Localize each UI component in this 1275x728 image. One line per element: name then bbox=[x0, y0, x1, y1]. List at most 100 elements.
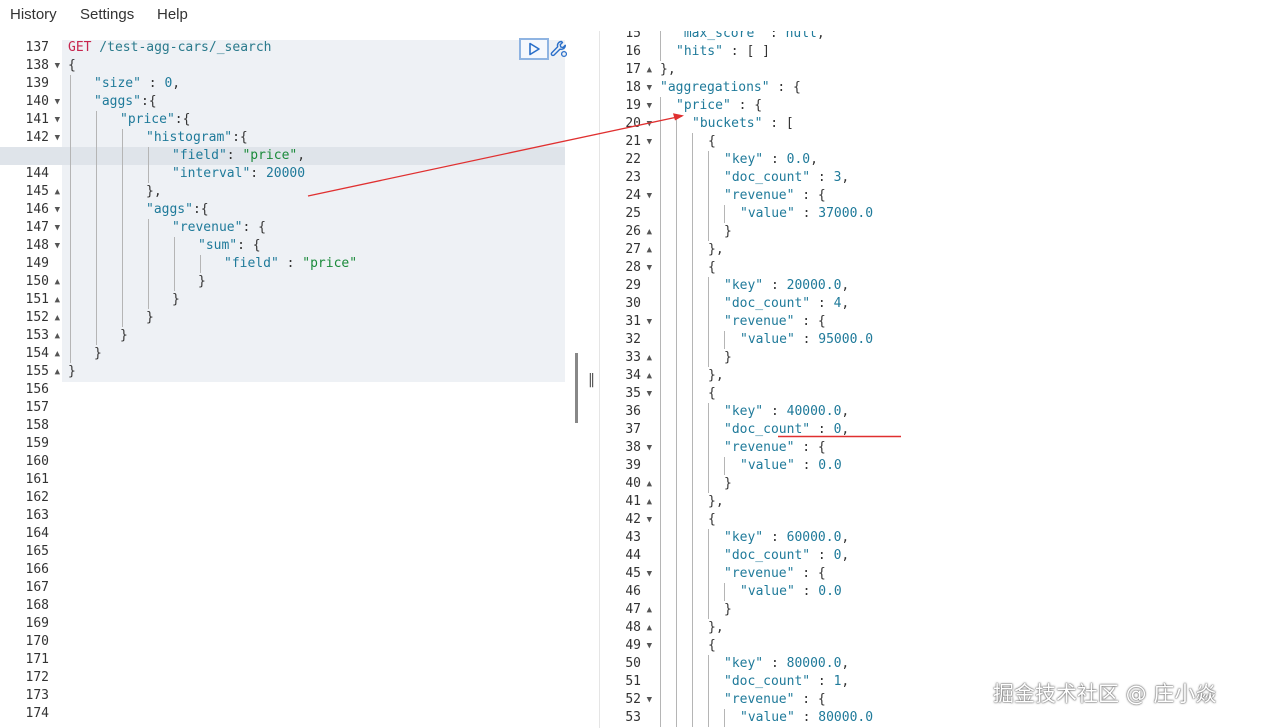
fold-toggle-icon[interactable]: ▼ bbox=[647, 511, 652, 529]
code-token: : bbox=[763, 278, 787, 293]
fold-toggle-icon[interactable]: ▼ bbox=[647, 439, 652, 457]
fold-toggle-icon[interactable]: ▼ bbox=[55, 237, 60, 255]
indent-guide bbox=[70, 111, 71, 129]
fold-toggle-icon[interactable]: ▼ bbox=[647, 115, 652, 133]
code-token: "size" bbox=[94, 76, 141, 91]
fold-toggle-icon[interactable]: ▼ bbox=[647, 133, 652, 151]
fold-toggle-icon[interactable]: ▲ bbox=[647, 619, 652, 637]
indent-guide bbox=[122, 309, 123, 327]
indent-guide bbox=[692, 421, 693, 439]
fold-toggle-icon[interactable]: ▲ bbox=[647, 475, 652, 493]
fold-toggle-icon[interactable]: ▼ bbox=[647, 637, 652, 655]
indent-guide bbox=[692, 331, 693, 349]
indent-guide bbox=[70, 309, 71, 327]
code-line: } bbox=[724, 475, 732, 493]
code-token: , bbox=[172, 76, 181, 91]
indent-guide bbox=[676, 691, 677, 709]
code-token: { bbox=[708, 386, 716, 401]
fold-toggle-icon[interactable]: ▼ bbox=[647, 97, 652, 115]
code-token: : bbox=[810, 170, 834, 185]
indent-guide bbox=[692, 709, 693, 727]
fold-toggle-icon[interactable]: ▲ bbox=[55, 291, 60, 309]
run-request-button[interactable] bbox=[519, 38, 549, 60]
fold-toggle-icon[interactable]: ▼ bbox=[647, 385, 652, 403]
fold-toggle-icon[interactable]: ▼ bbox=[647, 691, 652, 709]
fold-toggle-icon[interactable]: ▼ bbox=[55, 129, 60, 147]
fold-toggle-icon[interactable]: ▲ bbox=[647, 493, 652, 511]
menu-help[interactable]: Help bbox=[157, 6, 188, 23]
request-editor[interactable]: 137138▼139140▼141▼142▼143144145▲146▼147▼… bbox=[0, 31, 583, 728]
line-number: 20 bbox=[625, 116, 641, 131]
indent-guide bbox=[692, 259, 693, 277]
code-line: { bbox=[68, 57, 76, 75]
indent-guide bbox=[692, 403, 693, 421]
code-line: "aggs":{ bbox=[146, 201, 209, 219]
indent-guide bbox=[708, 547, 709, 565]
indent-guide bbox=[676, 349, 677, 367]
fold-toggle-icon[interactable]: ▲ bbox=[647, 223, 652, 241]
pane-splitter-handle[interactable]: ‖ bbox=[588, 372, 595, 388]
fold-toggle-icon[interactable]: ▼ bbox=[647, 313, 652, 331]
fold-toggle-icon[interactable]: ▲ bbox=[647, 367, 652, 385]
code-token: }, bbox=[146, 184, 162, 199]
line-number: 39 bbox=[625, 458, 641, 473]
indent-guide bbox=[96, 201, 97, 219]
fold-toggle-icon[interactable]: ▼ bbox=[55, 111, 60, 129]
fold-toggle-icon[interactable]: ▼ bbox=[647, 565, 652, 583]
indent-guide bbox=[122, 219, 123, 237]
fold-toggle-icon[interactable]: ▲ bbox=[55, 273, 60, 291]
gutter-row: 167 bbox=[0, 579, 62, 597]
line-number: 48 bbox=[625, 620, 641, 635]
indent-guide bbox=[148, 255, 149, 273]
fold-toggle-icon[interactable]: ▲ bbox=[647, 61, 652, 79]
indent-guide bbox=[96, 291, 97, 309]
wrench-icon[interactable] bbox=[549, 39, 569, 59]
gutter-row: 168 bbox=[0, 597, 62, 615]
indent-guide bbox=[692, 205, 693, 223]
gutter-row: 27 ▲ bbox=[600, 241, 654, 259]
menu-history[interactable]: History bbox=[10, 6, 57, 23]
fold-toggle-icon[interactable]: ▼ bbox=[647, 187, 652, 205]
indent-guide bbox=[708, 709, 709, 727]
code-token: { bbox=[708, 134, 716, 149]
fold-toggle-icon[interactable]: ▲ bbox=[55, 345, 60, 363]
fold-toggle-icon[interactable]: ▼ bbox=[647, 259, 652, 277]
menu-settings[interactable]: Settings bbox=[80, 6, 134, 23]
gutter-row: 140 ▼ bbox=[0, 93, 62, 111]
fold-toggle-icon[interactable]: ▲ bbox=[55, 309, 60, 327]
code-token: }, bbox=[708, 368, 724, 383]
code-token: "max_score" bbox=[676, 31, 763, 41]
code-line: "revenue" : { bbox=[724, 691, 826, 709]
code-token: }, bbox=[708, 242, 724, 257]
fold-toggle-icon[interactable]: ▲ bbox=[647, 349, 652, 367]
fold-toggle-icon[interactable]: ▲ bbox=[647, 601, 652, 619]
fold-toggle-icon[interactable]: ▲ bbox=[55, 363, 60, 381]
indent-guide bbox=[660, 709, 661, 727]
fold-toggle-icon[interactable]: ▲ bbox=[55, 327, 60, 345]
fold-toggle-icon[interactable]: ▼ bbox=[55, 219, 60, 237]
response-viewer: 15 16 17 ▲ 18 ▼ 19 ▼ 20 ▼ 21 ▼ 22 23 24 ▼ 25 26 ▲ 27 ▲ 28 ▼ 29 3… bbox=[600, 31, 1275, 728]
indent-guide bbox=[660, 511, 661, 529]
fold-toggle-icon[interactable]: ▼ bbox=[647, 79, 652, 97]
fold-toggle-icon[interactable]: ▼ bbox=[55, 93, 60, 111]
line-number: 35 bbox=[625, 386, 641, 401]
fold-toggle-icon[interactable]: ▲ bbox=[647, 241, 652, 259]
code-token: }, bbox=[708, 494, 724, 509]
indent-guide bbox=[692, 385, 693, 403]
indent-guide bbox=[708, 655, 709, 673]
fold-toggle-icon[interactable]: ▼ bbox=[55, 57, 60, 75]
fold-toggle-icon[interactable]: ▲ bbox=[55, 183, 60, 201]
gutter-row: 37 bbox=[600, 421, 654, 439]
indent-guide bbox=[122, 165, 123, 183]
indent-guide bbox=[660, 673, 661, 691]
gutter-row: 158 bbox=[0, 417, 62, 435]
indent-guide bbox=[660, 547, 661, 565]
gutter-row: 174 bbox=[0, 705, 62, 723]
line-number: 46 bbox=[625, 584, 641, 599]
indent-guide bbox=[692, 277, 693, 295]
code-token: "doc_count" bbox=[724, 674, 811, 689]
gutter-row: 172 bbox=[0, 669, 62, 687]
indent-guide bbox=[676, 619, 677, 637]
scrollbar-thumb[interactable] bbox=[575, 353, 578, 423]
fold-toggle-icon[interactable]: ▼ bbox=[55, 201, 60, 219]
